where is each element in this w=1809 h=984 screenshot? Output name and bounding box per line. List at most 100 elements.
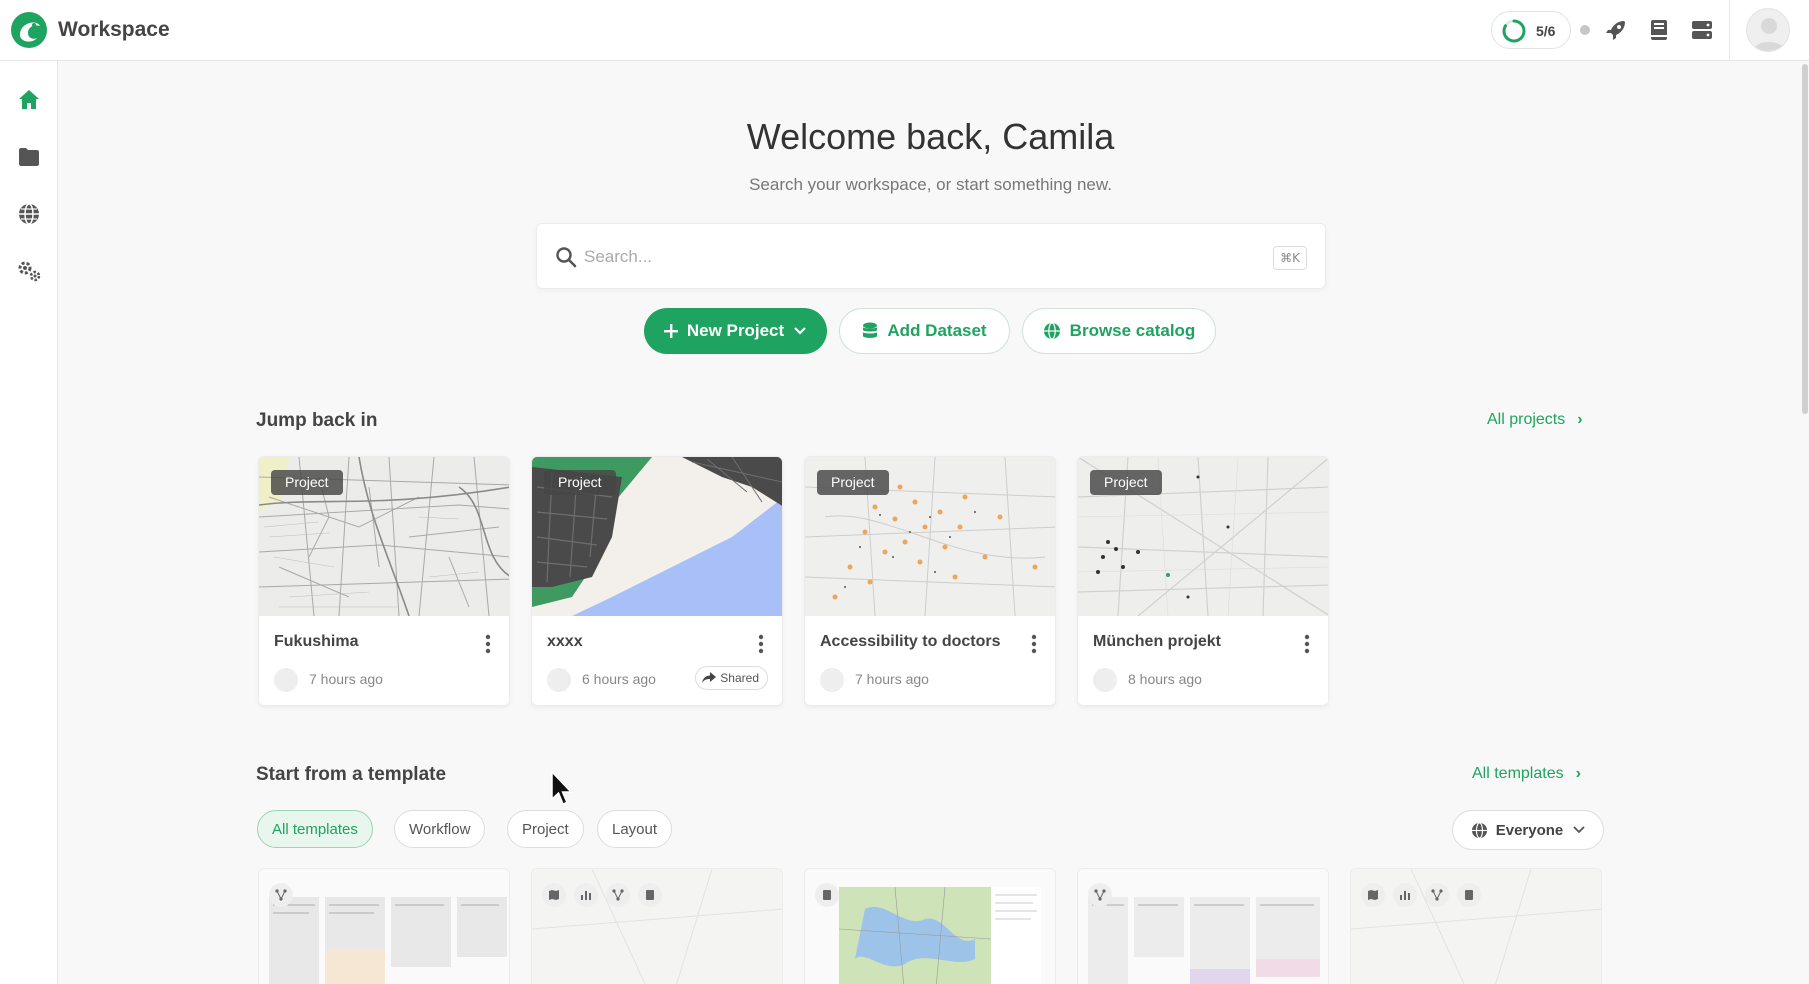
chevron-down-icon xyxy=(1573,826,1585,834)
template-type-icons xyxy=(1361,883,1481,907)
project-thumbnail: Project xyxy=(1078,457,1328,616)
plus-icon xyxy=(663,324,678,338)
chevron-down-icon xyxy=(794,327,806,335)
shared-badge: Shared xyxy=(695,666,768,690)
share-icon xyxy=(702,672,717,683)
owner-avatar xyxy=(274,668,298,692)
more-options-icon[interactable] xyxy=(1298,633,1316,655)
owner-avatar xyxy=(547,668,571,692)
browse-catalog-button[interactable]: Browse catalog xyxy=(1022,308,1216,354)
template-thumbnail xyxy=(259,869,509,984)
folder-icon xyxy=(19,148,39,166)
more-options-icon[interactable] xyxy=(1025,633,1043,655)
project-name: xxxx xyxy=(547,633,583,650)
app-title: Workspace xyxy=(58,18,170,41)
search-input[interactable] xyxy=(584,242,1204,272)
toolbar-divider xyxy=(1729,0,1730,61)
project-card[interactable]: Project Fukushima 7 hours ago xyxy=(258,456,510,706)
search-shortcut-badge: ⌘K xyxy=(1273,246,1307,270)
map-icon xyxy=(542,883,566,907)
template-thumbnail xyxy=(805,869,1055,984)
add-dataset-label: Add Dataset xyxy=(887,321,987,340)
filter-layout[interactable]: Layout xyxy=(597,810,673,848)
all-templates-link[interactable]: All templates › xyxy=(1472,765,1581,783)
user-silhouette-icon xyxy=(1753,18,1785,51)
sidebar-item-settings[interactable] xyxy=(10,252,48,290)
all-projects-link[interactable]: All projects › xyxy=(1487,411,1583,429)
database-icon xyxy=(863,322,878,338)
sidebar xyxy=(0,61,58,984)
search-icon xyxy=(556,247,577,268)
workflow-icon xyxy=(1088,883,1112,907)
chart-icon xyxy=(1393,883,1417,907)
browse-catalog-label: Browse catalog xyxy=(1069,321,1196,340)
book-icon[interactable] xyxy=(1647,18,1671,42)
project-badge: Project xyxy=(544,470,616,495)
search-box[interactable]: ⌘K xyxy=(536,223,1326,289)
template-type-icons xyxy=(1088,883,1112,907)
document-icon xyxy=(1457,883,1481,907)
project-name: Accessibility to doctors xyxy=(820,633,1001,650)
project-card[interactable]: Project Accessibility to doctors 7 hours… xyxy=(804,456,1056,706)
map-icon xyxy=(1361,883,1385,907)
globe-icon xyxy=(19,203,39,225)
onboarding-progress[interactable]: 5/6 xyxy=(1491,11,1571,49)
more-options-icon[interactable] xyxy=(479,633,497,655)
server-icon[interactable] xyxy=(1690,18,1714,42)
welcome-subtitle: Search your workspace, or start somethin… xyxy=(749,175,1112,194)
template-thumbnail xyxy=(1078,869,1328,984)
document-icon xyxy=(638,883,662,907)
template-card[interactable] xyxy=(1350,868,1602,984)
project-updated-time: 8 hours ago xyxy=(1128,671,1202,687)
filter-workflow[interactable]: Workflow xyxy=(394,810,486,848)
project-badge: Project xyxy=(271,470,343,495)
template-card[interactable] xyxy=(804,868,1056,984)
all-projects-label: All projects xyxy=(1487,411,1566,428)
sidebar-item-home[interactable] xyxy=(10,81,48,119)
globe-icon xyxy=(1471,821,1487,839)
sidebar-item-catalog[interactable] xyxy=(10,195,48,233)
globe-icon xyxy=(1043,322,1060,340)
document-icon xyxy=(815,883,839,907)
project-card[interactable]: Project xxxx 6 hours ago Shared xyxy=(531,456,783,706)
project-thumbnail: Project xyxy=(532,457,782,616)
chevron-right-icon: › xyxy=(1577,411,1583,428)
home-icon xyxy=(19,90,39,109)
template-card[interactable] xyxy=(1077,868,1329,984)
workflow-icon xyxy=(269,883,293,907)
rocket-icon[interactable] xyxy=(1604,18,1628,42)
chevron-right-icon: › xyxy=(1575,765,1581,782)
audience-label: Everyone xyxy=(1495,821,1564,839)
status-dot xyxy=(1580,25,1590,35)
shared-label: Shared xyxy=(720,671,759,685)
template-card[interactable] xyxy=(531,868,783,984)
progress-text: 5/6 xyxy=(1536,23,1556,39)
welcome-title: Welcome back, Camila xyxy=(746,116,1115,157)
project-thumbnail: Project xyxy=(259,457,509,616)
project-updated-time: 7 hours ago xyxy=(855,671,929,687)
project-name: Fukushima xyxy=(274,633,359,650)
audience-dropdown[interactable]: Everyone xyxy=(1452,810,1604,850)
filter-all-templates[interactable]: All templates xyxy=(257,810,373,848)
app-logo-icon[interactable] xyxy=(10,11,48,49)
project-badge: Project xyxy=(1090,470,1162,495)
chart-icon xyxy=(574,883,598,907)
new-project-button[interactable]: New Project xyxy=(644,308,827,354)
user-avatar[interactable] xyxy=(1746,8,1790,52)
template-card[interactable] xyxy=(258,868,510,984)
workflow-icon xyxy=(606,883,630,907)
more-options-icon[interactable] xyxy=(752,633,770,655)
filter-project[interactable]: Project xyxy=(507,810,584,848)
project-card[interactable]: Project München projekt 8 hours ago xyxy=(1077,456,1329,706)
project-updated-time: 6 hours ago xyxy=(582,671,656,687)
sidebar-item-files[interactable] xyxy=(10,138,48,176)
jump-back-title: Jump back in xyxy=(256,410,378,431)
template-type-icons xyxy=(269,883,293,907)
project-badge: Project xyxy=(817,470,889,495)
template-type-icons xyxy=(815,883,839,907)
add-dataset-button[interactable]: Add Dataset xyxy=(839,308,1010,354)
progress-ring-icon xyxy=(1502,19,1526,43)
gears-icon xyxy=(18,261,41,282)
mouse-cursor-icon xyxy=(551,771,573,805)
owner-avatar xyxy=(820,668,844,692)
